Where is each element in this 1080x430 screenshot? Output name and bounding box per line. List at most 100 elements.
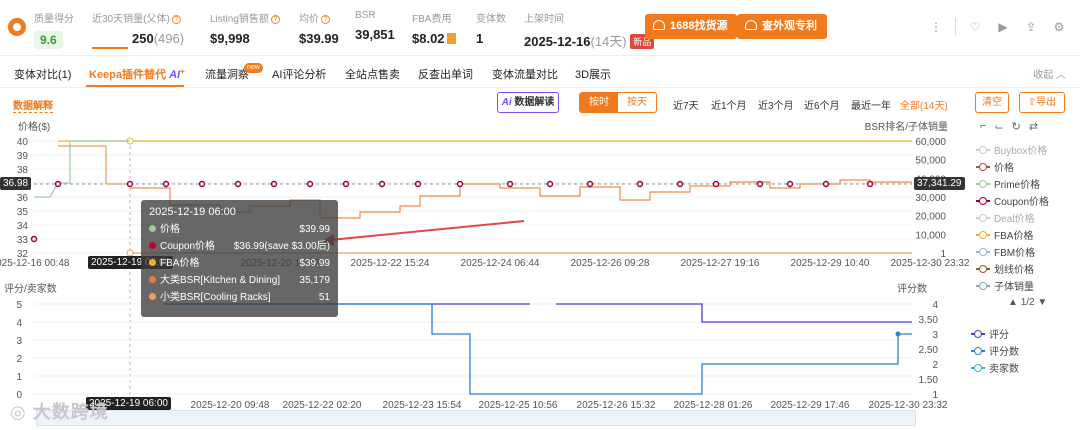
date-tick: 2025-12-26 09:28 [571,258,650,269]
help-icon[interactable]: ? [321,15,330,24]
coupon-point [676,180,684,188]
legend-pager[interactable]: ▲ 1/2 ▼ [1008,297,1047,308]
summary-header: 质量得分 9.6 近30天销量(父体)? 250(496) Listing销售额… [0,0,1080,56]
coupon-point [54,180,62,188]
tab-keepa[interactable]: Keepa插件替代 AI+ [89,66,185,82]
legend-marker-icon [976,247,990,257]
coupon-point [866,180,874,188]
video-icon[interactable]: ▶ [994,18,1012,36]
collapse-button[interactable]: 收起 ︿ [1033,66,1066,81]
legend-item[interactable]: Deal价格 [976,210,1035,225]
review-count-tick: 4 [932,300,938,311]
more-icon[interactable]: ⋮ [927,18,945,36]
legend-item[interactable]: 评分 [971,326,1009,341]
legend-item[interactable]: 评分数 [971,343,1019,358]
review-count-point [895,331,901,337]
heart-icon[interactable]: ♡ [966,18,984,36]
range-7d[interactable]: 近7天 [673,97,699,112]
coupon-point [636,180,644,188]
range-3m[interactable]: 近3个月 [758,97,794,112]
legend-item[interactable]: 价格 [976,159,1014,174]
price-tick: 39 [17,151,29,162]
swap-icon[interactable]: ⇄ [1029,120,1038,133]
help-icon[interactable]: ? [171,15,181,24]
coupon-point [126,180,134,188]
range-all[interactable]: 全部(14天) [900,97,948,112]
cloud-icon [653,20,665,30]
tab-variant-compare[interactable]: 变体对比(1) [14,66,71,82]
legend-item[interactable]: Prime价格 [976,176,1040,191]
range-6m[interactable]: 近6个月 [804,97,840,112]
coupon-point [198,180,206,188]
legend-item[interactable]: 子体销量 [976,278,1034,293]
rating-tick: 2 [16,354,22,365]
legend-marker-icon [976,145,990,155]
tab-ai-review[interactable]: AI评论分析 [272,66,326,82]
date-tick: 2025-12-30 23:32 [891,258,970,269]
share-icon[interactable]: ⇪ [1022,18,1040,36]
legend-item[interactable]: FBA价格 [976,227,1033,242]
data-explain-link[interactable]: 数据解释 [13,97,53,113]
calculator-icon[interactable] [446,33,456,44]
by-time-button[interactable]: 按时 [580,93,618,112]
legend-item[interactable]: Coupon价格 [976,193,1049,208]
tab-variant-traffic[interactable]: 变体流量对比 [492,66,558,82]
design-patent-button[interactable]: 查外观专利 [737,14,827,39]
rating-tick: 4 [16,318,22,329]
ai-interpret-button[interactable]: Ai 数据解读 [497,92,559,113]
rating-tick: 3 [16,336,22,347]
bsr-tick: 30,000 [915,193,946,204]
price-tick: 38 [17,165,29,176]
price-tick: 34 [17,221,29,232]
legend-item[interactable]: Buybox价格 [976,142,1047,157]
legend-item[interactable]: 卖家数 [971,360,1019,375]
rating-tick: 5 [16,300,22,311]
zoom-out-icon[interactable]: ⌙ [994,120,1003,133]
tab-reverse-keywords[interactable]: 反查出单词 [418,66,473,82]
divider [955,18,956,36]
clear-button[interactable]: 清空 [975,92,1009,113]
active-tab-indicator [86,85,184,87]
time-range-scrollbar[interactable] [36,410,916,426]
price-tick: 33 [17,235,29,246]
tab-3d[interactable]: 3D展示 [575,66,611,82]
date-tick: 2025-12-22 15:24 [351,258,430,269]
tooltip-row: FBA价格 $39.99 [149,255,330,272]
by-day-button[interactable]: 按天 [618,93,656,112]
legend-item[interactable]: FBM价格 [976,244,1035,259]
badge-icon [745,20,757,30]
price-tick: 40 [17,137,29,148]
help-icon[interactable]: ? [270,15,280,24]
rating-axis-title: 评分/卖家数 [4,282,57,295]
zoom-in-icon[interactable]: ⌐ [980,120,986,133]
tab-all-sites[interactable]: 全站点售卖 [345,66,400,82]
legend-marker-icon [971,363,985,373]
list-price-line [58,145,130,185]
refresh-icon[interactable]: ↻ [1012,120,1021,133]
range-1y[interactable]: 最近一年 [851,97,891,112]
coupon-point [306,180,314,188]
review-count-tick: 2 [932,360,938,371]
coupon-point [786,180,794,188]
coupon-point [586,180,594,188]
export-button[interactable]: ⇪导出 [1019,92,1065,113]
range-1m[interactable]: 近1个月 [711,97,747,112]
legend-marker-icon [976,281,990,291]
series-dot-icon [149,225,156,232]
tab-traffic[interactable]: 流量洞察 [205,66,249,82]
legend-item[interactable]: 划线价格 [976,261,1034,276]
tooltip-row: 小类BSR[Cooling Racks] 51 [149,289,330,306]
crosshair-bsr-badge: 37,341.29 [914,177,965,190]
find-source-1688-button[interactable]: 1688找货源 [645,14,738,39]
bsr-tick: 50,000 [915,156,946,167]
quality-score-badge: 9.6 [34,31,63,49]
series-dot-icon [149,293,156,300]
legend-tools: ⌐ ⌙ ↻ ⇄ [980,120,1038,133]
bsr-stat: BSR 39,851 [355,10,395,42]
legend-marker-icon [971,329,985,339]
gear-icon[interactable]: ⚙ [1050,18,1068,36]
coupon-point [822,180,830,188]
review-count-line [164,303,912,395]
hot-badge: new [244,63,263,73]
price-axis-title: 价格($) [18,120,50,133]
